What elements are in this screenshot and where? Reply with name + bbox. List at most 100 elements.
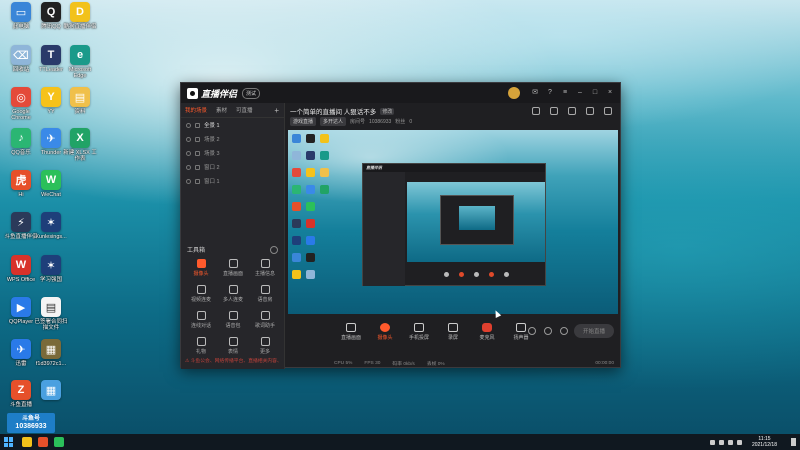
lock-icon[interactable] bbox=[195, 164, 200, 170]
desktop-icon[interactable]: ▤ 已签署合同扫描文件 bbox=[33, 297, 69, 337]
tool-label: 更多 bbox=[259, 349, 270, 355]
tray-volume-icon[interactable] bbox=[727, 439, 733, 445]
desktop-icon[interactable]: X 新建 XLSX 工作表 bbox=[62, 128, 98, 168]
control-icon bbox=[380, 323, 390, 332]
bell-icon[interactable] bbox=[586, 107, 594, 115]
scene-item[interactable]: 窗口 1 bbox=[181, 174, 284, 188]
preview-desktop-icon bbox=[292, 168, 301, 177]
tab-my-scenes[interactable]: 我的场景 bbox=[185, 106, 207, 114]
taskbar-app-icon[interactable] bbox=[38, 437, 48, 447]
clock[interactable]: 11:15 2021/12/18 bbox=[752, 436, 777, 448]
tool-item[interactable]: 歌词助手 bbox=[249, 311, 281, 333]
menu-icon[interactable]: ≡ bbox=[561, 89, 569, 97]
app-icon: ✶ bbox=[41, 255, 61, 275]
tool-icon bbox=[260, 311, 270, 320]
start-live-button[interactable]: 开始直播 bbox=[574, 324, 614, 338]
tool-label: 歌词助手 bbox=[254, 323, 275, 329]
app-icon: W bbox=[41, 170, 61, 190]
tray-ime-icon[interactable] bbox=[736, 439, 742, 445]
version-badge[interactable]: 测试 bbox=[242, 87, 261, 99]
tool-label: 视频连麦 bbox=[190, 297, 211, 303]
tool-icon bbox=[196, 259, 206, 268]
app-icon: W bbox=[11, 255, 31, 275]
tool-item[interactable]: 连线对话 bbox=[185, 311, 217, 333]
lock-icon[interactable] bbox=[195, 136, 200, 142]
start-icon[interactable] bbox=[4, 437, 14, 447]
help-icon[interactable]: ? bbox=[546, 89, 554, 97]
stream-controls: 直播画面 摄像头 手机投屏 录屏 麦克风 扬声器 bbox=[286, 317, 620, 347]
tab-streamable[interactable]: 可直播 bbox=[236, 106, 253, 114]
desktop-icon[interactable]: D 酷狗直播伴侣 bbox=[62, 2, 98, 42]
scene-item[interactable]: 场景 3 bbox=[181, 146, 284, 160]
eye-icon[interactable] bbox=[186, 178, 191, 184]
eye-icon[interactable] bbox=[186, 164, 191, 170]
tool-item[interactable]: 表情 bbox=[217, 337, 249, 359]
desktop-icon-label: 学习强国 bbox=[39, 277, 62, 283]
edit-title-button[interactable]: 修改 bbox=[380, 107, 395, 115]
tool-item[interactable]: 视频连麦 bbox=[185, 285, 217, 307]
tool-item[interactable]: 多人连麦 bbox=[217, 285, 249, 307]
settings-icon[interactable] bbox=[568, 107, 576, 115]
desktop-icon[interactable]: ✶ Xunlesings... bbox=[33, 212, 69, 252]
stream-title: 一个简单的直播间 人狠话不多 bbox=[290, 109, 377, 116]
tool-item[interactable]: 语音房 bbox=[249, 285, 281, 307]
scene-item[interactable]: 全景 1 bbox=[181, 118, 284, 132]
message-icon[interactable]: ✉ bbox=[531, 89, 539, 97]
tool-item[interactable]: 礼物 bbox=[185, 337, 217, 359]
desktop-icon[interactable]: ▦ f1d3972c1... bbox=[33, 339, 69, 379]
taskbar-app-icon[interactable] bbox=[22, 437, 32, 447]
eye-icon[interactable] bbox=[186, 122, 191, 128]
settings-gear-icon[interactable] bbox=[560, 327, 568, 335]
maximize-icon[interactable]: □ bbox=[591, 89, 599, 97]
clock-date: 2021/12/18 bbox=[751, 442, 777, 448]
gift-icon[interactable] bbox=[532, 107, 540, 115]
control-label: 扬声器 bbox=[513, 335, 529, 341]
tool-item[interactable]: 语音包 bbox=[217, 311, 249, 333]
app-logo-icon bbox=[187, 87, 198, 99]
control-button[interactable]: 直播画面 bbox=[338, 323, 364, 341]
desktop-icon[interactable]: ✶ 学习强国 bbox=[33, 255, 69, 295]
notification-icon[interactable] bbox=[791, 438, 796, 446]
user-avatar[interactable] bbox=[508, 87, 520, 99]
tray-network-icon[interactable] bbox=[718, 439, 724, 445]
record-icon[interactable] bbox=[528, 327, 536, 335]
notice-text[interactable]: ⚠ 斗鱼公会、网络传播平台、直播相关内容、登上一级等 bbox=[185, 357, 282, 364]
tool-item[interactable]: 摄像头 bbox=[185, 259, 217, 281]
share-icon[interactable] bbox=[604, 107, 612, 115]
tool-item[interactable]: 主播信息 bbox=[249, 259, 281, 281]
tool-item[interactable]: 更多 bbox=[249, 337, 281, 359]
tag-chip[interactable]: 多开达人 bbox=[320, 117, 347, 126]
minimize-icon[interactable]: – bbox=[576, 89, 584, 97]
add-scene-icon[interactable]: + bbox=[274, 106, 279, 115]
lock-icon[interactable] bbox=[195, 150, 200, 156]
scene-item[interactable]: 场景 2 bbox=[181, 132, 284, 146]
desktop-icon[interactable]: W WeChat bbox=[33, 170, 69, 210]
tool-label: 连线对话 bbox=[190, 323, 211, 329]
lock-icon[interactable] bbox=[195, 178, 200, 184]
desktop-icon[interactable]: ▤ 资料 bbox=[62, 87, 98, 127]
eye-icon[interactable] bbox=[186, 136, 191, 142]
control-button[interactable]: 摄像头 bbox=[372, 323, 398, 341]
control-button[interactable]: 录屏 bbox=[440, 323, 466, 341]
tab-materials[interactable]: 素材 bbox=[216, 106, 227, 114]
eye-icon[interactable] bbox=[186, 150, 191, 156]
control-button[interactable]: 手机投屏 bbox=[406, 323, 432, 341]
tray-chevron-icon[interactable] bbox=[709, 439, 715, 445]
control-button[interactable]: 麦克风 bbox=[474, 323, 500, 341]
app-icon: T bbox=[41, 45, 61, 65]
lock-icon[interactable] bbox=[195, 122, 200, 128]
toolbox-more-icon[interactable] bbox=[270, 245, 278, 254]
app-name: 直播伴侣 bbox=[201, 88, 238, 99]
scene-item[interactable]: 窗口 2 bbox=[181, 160, 284, 174]
live-preview[interactable]: 直播伴侣 bbox=[288, 130, 618, 314]
taskbar-app-icon[interactable] bbox=[54, 437, 64, 447]
tool-item[interactable]: 直播画面 bbox=[217, 259, 249, 281]
shop-icon[interactable] bbox=[550, 107, 558, 115]
fps-status: FPS 30 bbox=[364, 361, 381, 366]
close-icon[interactable]: × bbox=[606, 89, 614, 97]
preview-desktop-icon bbox=[306, 151, 315, 160]
effects-icon[interactable] bbox=[544, 327, 552, 335]
desktop-icon[interactable]: e Microsoft Edge bbox=[62, 45, 98, 85]
category-chip[interactable]: 游戏直播 bbox=[290, 117, 317, 126]
control-label: 手机投屏 bbox=[408, 335, 429, 341]
